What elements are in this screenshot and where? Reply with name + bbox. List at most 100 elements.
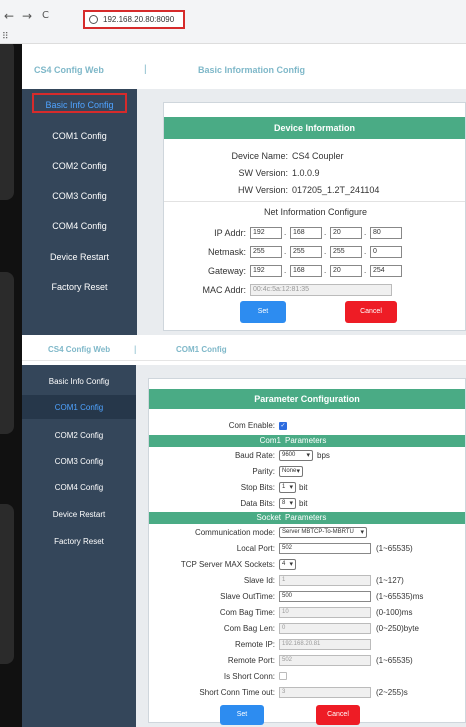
reload-icon[interactable]: C bbox=[42, 10, 49, 21]
slave-outtime-label: Slave OutTime: bbox=[220, 592, 275, 601]
device-info-card: Device Information Device Name: CS4 Coup… bbox=[163, 102, 466, 331]
com-section-name: Com1 bbox=[259, 436, 281, 445]
max-sockets-select[interactable]: 4 bbox=[279, 559, 296, 570]
header-separator: | bbox=[134, 344, 137, 354]
ip-octet-3[interactable]: 20 bbox=[330, 227, 362, 239]
site-info-icon[interactable] bbox=[89, 15, 98, 24]
divider bbox=[164, 201, 465, 202]
sidebar-item-com1[interactable]: COM1 Config bbox=[22, 403, 136, 412]
remote-ip-label: Remote IP: bbox=[234, 640, 275, 649]
parity-label: Parity: bbox=[252, 467, 275, 476]
slave-id-range: (1~127) bbox=[376, 576, 404, 585]
netmask-octet-3[interactable]: 255 bbox=[330, 246, 362, 258]
bag-time-input[interactable]: 10 bbox=[279, 607, 371, 618]
short-timeout-input[interactable]: 3 bbox=[279, 687, 371, 698]
short-timeout-label: Short Conn Time out: bbox=[199, 688, 275, 697]
ip-label: IP Addr: bbox=[214, 228, 246, 238]
sidebar-item-com3[interactable]: COM3 Config bbox=[22, 457, 136, 466]
frame-bump bbox=[0, 272, 14, 434]
gateway-octet-1[interactable]: 192 bbox=[250, 265, 282, 277]
sidebar-item-com4[interactable]: COM4 Config bbox=[22, 483, 136, 492]
sw-version-value: 1.0.0.9 bbox=[292, 168, 320, 178]
slave-id-input[interactable]: 1 bbox=[279, 575, 371, 586]
back-icon[interactable]: ← bbox=[4, 9, 14, 23]
gateway-octet-2[interactable]: 168 bbox=[290, 265, 322, 277]
stop-bits-label: Stop Bits: bbox=[240, 483, 275, 492]
bag-time-label: Com Bag Time: bbox=[219, 608, 275, 617]
local-port-label: Local Port: bbox=[236, 544, 275, 553]
sidebar-item-restart[interactable]: Device Restart bbox=[22, 510, 136, 519]
parameter-card: Parameter Configuration Com Enable: ✓ Co… bbox=[148, 378, 466, 725]
comm-mode-select[interactable]: Server MBTCP-To-MBRTU bbox=[279, 527, 367, 538]
ip-octet-1[interactable]: 192 bbox=[250, 227, 282, 239]
short-conn-checkbox[interactable] bbox=[279, 672, 287, 680]
short-timeout-range: (2~255)s bbox=[376, 688, 408, 697]
sidebar-item-basic-info[interactable]: Basic Info Config bbox=[22, 100, 137, 110]
com-enable-label: Com Enable: bbox=[228, 421, 275, 430]
device-name-label: Device Name: bbox=[231, 151, 288, 161]
cancel-button[interactable]: Cancel bbox=[345, 301, 397, 323]
parity-select[interactable]: None bbox=[279, 466, 303, 477]
slave-outtime-input[interactable]: 500 bbox=[279, 591, 371, 602]
card-title: Parameter Configuration bbox=[149, 389, 465, 409]
card-title: Device Information bbox=[164, 117, 465, 139]
com-enable-checkbox[interactable]: ✓ bbox=[279, 422, 287, 430]
cancel-button[interactable]: Cancel bbox=[316, 705, 360, 725]
netmask-octet-4[interactable]: 0 bbox=[370, 246, 402, 258]
gateway-octet-3[interactable]: 20 bbox=[330, 265, 362, 277]
sidebar: Basic Info Config COM1 Config COM2 Confi… bbox=[22, 365, 136, 727]
socket-section-bar: Socket Parameters bbox=[149, 512, 465, 524]
baud-unit: bps bbox=[317, 451, 330, 460]
com1-config-page: CS4 Config Web | COM1 Config Basic Info … bbox=[22, 335, 466, 727]
device-name-value: CS4 Coupler bbox=[292, 151, 344, 161]
com-section-label: Parameters bbox=[285, 436, 327, 445]
baud-rate-label: Baud Rate: bbox=[234, 451, 275, 460]
url-text: 192.168.20.80:8090 bbox=[103, 15, 175, 24]
socket-section-label: Parameters bbox=[285, 513, 327, 522]
baud-rate-select[interactable]: 9600 bbox=[279, 450, 313, 461]
sidebar-item-com4[interactable]: COM4 Config bbox=[22, 221, 137, 231]
data-bits-label: Data Bits: bbox=[240, 499, 275, 508]
set-button[interactable]: Set bbox=[220, 705, 264, 725]
data-bits-unit: bit bbox=[299, 499, 308, 508]
apps-icon[interactable]: ⠿ bbox=[2, 32, 9, 42]
mac-label: MAC Addr: bbox=[202, 285, 246, 295]
address-bar[interactable]: 192.168.20.80:8090 bbox=[83, 10, 185, 29]
sidebar-item-com2[interactable]: COM2 Config bbox=[22, 161, 137, 171]
sidebar-item-restart[interactable]: Device Restart bbox=[22, 252, 137, 262]
browser-toolbar: ← → C 192.168.20.80:8090 ⠿ bbox=[0, 0, 466, 44]
gateway-octet-4[interactable]: 254 bbox=[370, 265, 402, 277]
bag-len-range: (0~250)byte bbox=[376, 624, 419, 633]
sidebar-item-com1[interactable]: COM1 Config bbox=[22, 131, 137, 141]
hw-version-label: HW Version: bbox=[237, 185, 288, 195]
net-info-title: Net Information Configure bbox=[263, 207, 368, 217]
netmask-octet-1[interactable]: 255 bbox=[250, 246, 282, 258]
bag-len-label: Com Bag Len: bbox=[223, 624, 275, 633]
remote-port-label: Remote Port: bbox=[227, 656, 275, 665]
remote-port-range: (1~65535) bbox=[376, 656, 413, 665]
sidebar-item-com2[interactable]: COM2 Config bbox=[22, 431, 136, 440]
ip-octet-4[interactable]: 80 bbox=[370, 227, 402, 239]
forward-icon[interactable]: → bbox=[22, 9, 32, 23]
sidebar-item-com3[interactable]: COM3 Config bbox=[22, 191, 137, 201]
sidebar-item-factory-reset[interactable]: Factory Reset bbox=[22, 537, 136, 546]
sw-version-label: SW Version: bbox=[238, 168, 288, 178]
stop-bits-select[interactable]: 1 bbox=[279, 482, 296, 493]
brand-title: CS4 Config Web bbox=[48, 345, 111, 354]
sidebar-item-factory-reset[interactable]: Factory Reset bbox=[22, 282, 137, 292]
sidebar-item-basic-info[interactable]: Basic Info Config bbox=[22, 377, 136, 386]
basic-info-page: CS4 Config Web | Basic Information Confi… bbox=[22, 44, 466, 335]
bag-time-range: (0-100)ms bbox=[376, 608, 413, 617]
mac-field: 00:4c:5a:12:81:35 bbox=[250, 284, 392, 296]
remote-ip-input[interactable]: 192.168.20.81 bbox=[279, 639, 371, 650]
remote-port-input[interactable]: 502 bbox=[279, 655, 371, 666]
netmask-octet-2[interactable]: 255 bbox=[290, 246, 322, 258]
data-bits-select[interactable]: 8 bbox=[279, 498, 296, 509]
set-button[interactable]: Set bbox=[240, 301, 286, 323]
local-port-input[interactable]: 502 bbox=[279, 543, 371, 554]
ip-octet-2[interactable]: 168 bbox=[290, 227, 322, 239]
frame-bump bbox=[0, 504, 14, 664]
sidebar: Basic Info Config COM1 Config COM2 Confi… bbox=[22, 89, 137, 335]
frame-bump bbox=[0, 40, 14, 200]
bag-len-input[interactable]: 0 bbox=[279, 623, 371, 634]
